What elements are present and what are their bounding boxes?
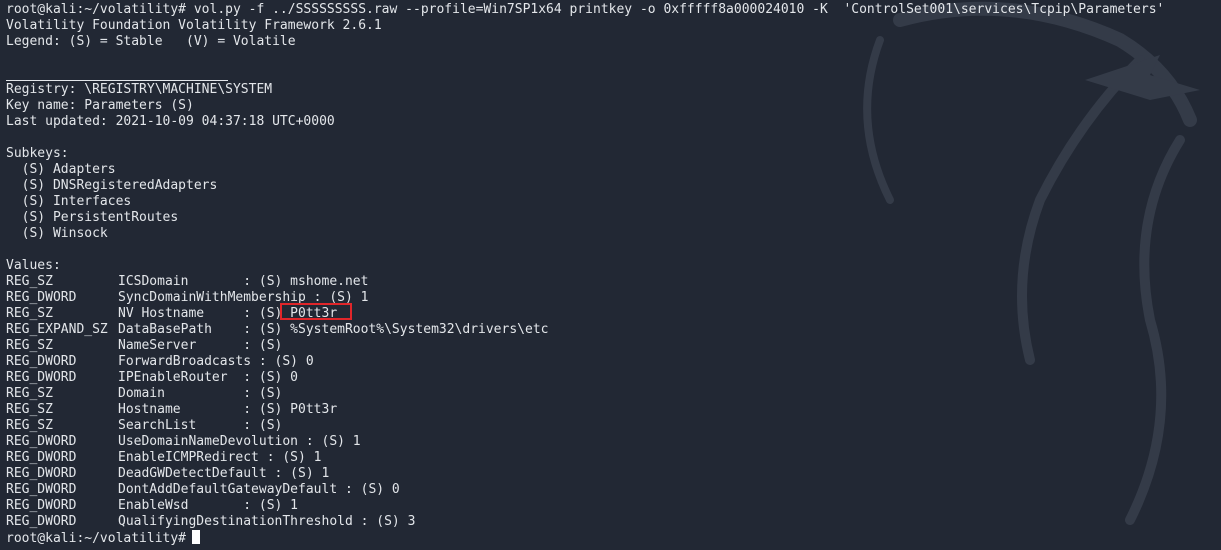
value-type: REG_DWORD — [6, 466, 77, 481]
value-entry: ICSDomain : (S) mshome.net — [118, 274, 369, 289]
value-entry: QualifyingDestinationThreshold : (S) 3 — [118, 514, 416, 529]
value-type: REG_DWORD — [6, 354, 77, 369]
value-entry: UseDomainNameDevolution : (S) 1 — [118, 434, 361, 449]
value-entry: DeadGWDetectDefault : (S) 1 — [118, 466, 330, 481]
value-type: REG_SZ — [6, 306, 53, 321]
subkey-item: (S) DNSRegisteredAdapters — [6, 178, 218, 193]
value-row: REG_DWORD EnableWsd : (S) 1 — [6, 498, 1221, 514]
banner-line: Volatility Foundation Volatility Framewo… — [6, 18, 382, 33]
value-entry: Domain : (S) — [118, 386, 283, 401]
value-entry: DataBasePath : (S) %SystemRoot%\System32… — [118, 322, 549, 337]
subkey-item: (S) PersistentRoutes — [6, 210, 179, 225]
subkey-item: (S) Interfaces — [6, 194, 132, 209]
value-type: REG_SZ — [6, 418, 53, 433]
value-row: REG_SZ Hostname : (S) P0tt3r — [6, 402, 1221, 418]
value-entry: SearchList : (S) — [118, 418, 283, 433]
value-type: REG_DWORD — [6, 514, 77, 529]
command-text: vol.py -f ../SSSSSSSSS.raw --profile=Win… — [193, 2, 1165, 17]
value-type: REG_DWORD — [6, 482, 77, 497]
value-type: REG_EXPAND_SZ — [6, 322, 108, 337]
subkey-item: (S) Adapters — [6, 162, 116, 177]
value-type: REG_DWORD — [6, 290, 77, 305]
subkey-item: (S) Winsock — [6, 226, 108, 241]
prompt: root@kali:~/volatility# — [6, 2, 187, 17]
last-updated-line: Last updated: 2021-10-09 04:37:18 UTC+00… — [6, 114, 335, 129]
registry-line: Registry: \REGISTRY\MACHINE\SYSTEM — [6, 82, 273, 97]
cursor — [192, 530, 201, 544]
value-type: REG_DWORD — [6, 450, 77, 465]
subkeys-heading: Subkeys: — [6, 146, 69, 161]
value-type: REG_DWORD — [6, 370, 77, 385]
value-type: REG_SZ — [6, 338, 53, 353]
value-type: REG_DWORD — [6, 498, 77, 513]
separator-line — [6, 66, 1221, 82]
value-type: REG_DWORD — [6, 434, 77, 449]
value-row: REG_SZ Domain : (S) — [6, 386, 1221, 402]
value-entry: EnableWsd : (S) 1 — [118, 498, 299, 513]
terminal-window[interactable]: root@kali:~/volatility# vol.py -f ../SSS… — [0, 0, 1221, 550]
value-row: REG_DWORD DontAddDefaultGatewayDefault : … — [6, 482, 1221, 498]
value-row: REG_SZ ICSDomain : (S) mshome.net — [6, 274, 1221, 290]
value-row: REG_DWORD IPEnableRouter : (S) 0 — [6, 370, 1221, 386]
value-row: REG_EXPAND_SZ DataBasePath : (S) %SystemR… — [6, 322, 1221, 338]
value-entry: NameServer : (S) — [118, 338, 283, 353]
highlight-box — [280, 303, 352, 320]
key-name-line: Key name: Parameters (S) — [6, 98, 194, 113]
value-row: REG_DWORD SyncDomainWithMembership : (S) … — [6, 290, 1221, 306]
value-entry: Hostname : (S) P0tt3r — [118, 402, 338, 417]
value-type: REG_SZ — [6, 402, 53, 417]
value-entry: EnableICMPRedirect : (S) 1 — [118, 450, 322, 465]
value-type: REG_SZ — [6, 386, 53, 401]
value-row: REG_DWORD EnableICMPRedirect : (S) 1 — [6, 450, 1221, 466]
value-row: REG_DWORD ForwardBroadcasts : (S) 0 — [6, 354, 1221, 370]
terminal-output: root@kali:~/volatility# vol.py -f ../SSS… — [6, 2, 1221, 546]
value-row: REG_SZ NameServer : (S) — [6, 338, 1221, 354]
value-entry: ForwardBroadcasts : (S) 0 — [118, 354, 314, 369]
value-row: REG_DWORD UseDomainNameDevolution : (S) 1 — [6, 434, 1221, 450]
prompt: root@kali:~/volatility# — [6, 531, 187, 546]
final-prompt-line[interactable]: root@kali:~/volatility# — [6, 530, 1221, 546]
value-entry: DontAddDefaultGatewayDefault : (S) 0 — [118, 482, 400, 497]
value-entry: IPEnableRouter : (S) 0 — [118, 370, 299, 385]
value-row: REG_DWORD QualifyingDestinationThreshold … — [6, 514, 1221, 530]
value-row: REG_DWORD DeadGWDetectDefault : (S) 1 — [6, 466, 1221, 482]
value-row: REG_SZ NV Hostname : (S) P0tt3r — [6, 306, 1221, 322]
legend-line: Legend: (S) = Stable (V) = Volatile — [6, 34, 296, 49]
separator-rule — [6, 66, 228, 81]
command-line[interactable]: root@kali:~/volatility# vol.py -f ../SSS… — [6, 2, 1221, 18]
values-heading: Values: — [6, 258, 61, 273]
value-row: REG_SZ SearchList : (S) — [6, 418, 1221, 434]
value-type: REG_SZ — [6, 274, 53, 289]
